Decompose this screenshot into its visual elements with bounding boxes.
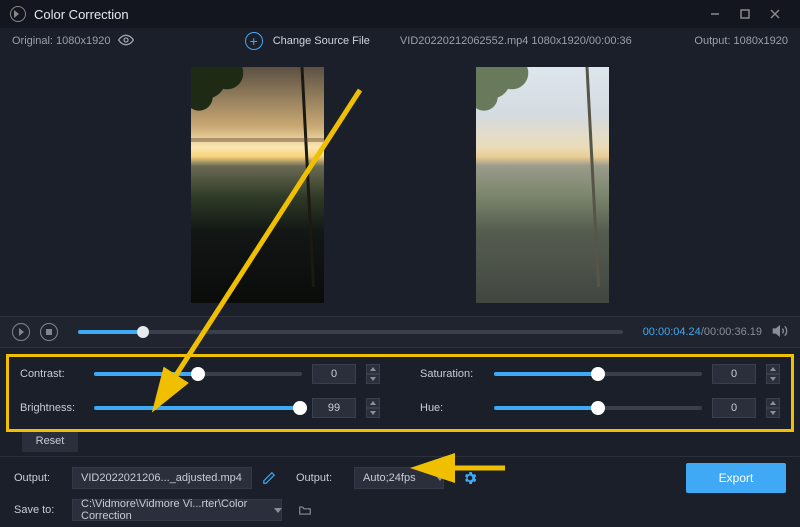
contrast-slider[interactable] [94,372,302,376]
seek-slider[interactable] [78,330,623,334]
stepper-down-icon[interactable] [366,374,380,384]
close-button[interactable] [760,4,790,24]
hue-row: Hue: 0 [420,398,780,418]
brightness-slider[interactable] [94,406,302,410]
hue-slider[interactable] [494,406,702,410]
brightness-label: Brightness: [20,402,84,414]
contrast-slider-thumb[interactable] [191,367,205,381]
eye-icon[interactable] [118,32,134,51]
adjustments-panel: Contrast: 0 Saturation: 0 Brightness: [0,348,800,456]
contrast-stepper[interactable] [366,364,380,384]
output-format-field[interactable]: Auto;24fps [354,467,444,489]
total-time: 00:00:36.19 [704,326,762,338]
hue-value[interactable]: 0 [712,398,756,418]
folder-icon[interactable] [298,503,312,517]
playback-time: 00:00:04.24/00:00:36.19 [643,326,762,338]
pencil-icon[interactable] [262,471,276,485]
volume-icon[interactable] [772,323,788,342]
brightness-stepper[interactable] [366,398,380,418]
reset-button[interactable]: Reset [22,430,78,452]
brightness-row: Brightness: 99 [20,398,380,418]
seek-thumb[interactable] [137,326,149,338]
stepper-up-icon[interactable] [766,364,780,374]
play-button[interactable] [12,323,30,341]
hue-label: Hue: [420,402,484,414]
plus-icon[interactable]: + [245,32,263,50]
source-file-info: VID20220212062552.mp4 1080x1920/00:00:36 [400,35,632,47]
seek-fill [78,330,143,334]
current-time: 00:00:04.24 [643,326,701,338]
hue-stepper[interactable] [766,398,780,418]
export-button[interactable]: Export [686,463,786,493]
output-file-label: Output: [14,472,62,484]
preview-area [0,54,800,316]
output-file-field[interactable]: VID2022021206..._adjusted.mp4 [72,467,252,489]
save-to-row: Save to: C:\Vidmore\Vidmore Vi...rter\Co… [0,499,800,527]
contrast-row: Contrast: 0 [20,364,380,384]
saturation-slider[interactable] [494,372,702,376]
maximize-button[interactable] [730,4,760,24]
saturation-row: Saturation: 0 [420,364,780,384]
source-info-bar: Original: 1080x1920 + Change Source File… [0,28,800,54]
save-to-label: Save to: [14,504,62,516]
contrast-value[interactable]: 0 [312,364,356,384]
saturation-label: Saturation: [420,368,484,380]
stop-button[interactable] [40,323,58,341]
gear-icon[interactable] [462,470,478,486]
stepper-up-icon[interactable] [766,398,780,408]
chevron-down-icon[interactable] [436,476,444,481]
save-to-field[interactable]: C:\Vidmore\Vidmore Vi...rter\Color Corre… [72,499,282,521]
stepper-up-icon[interactable] [366,398,380,408]
app-logo-icon [10,6,26,22]
output-format-label: Output: [296,472,344,484]
saturation-slider-thumb[interactable] [591,367,605,381]
saturation-value[interactable]: 0 [712,364,756,384]
stepper-up-icon[interactable] [366,364,380,374]
original-resolution-label: Original: 1080x1920 [12,35,110,47]
brightness-slider-thumb[interactable] [293,401,307,415]
stepper-down-icon[interactable] [766,374,780,384]
change-source-button[interactable]: Change Source File [273,35,370,47]
minimize-button[interactable] [700,4,730,24]
player-bar: 00:00:04.24/00:00:36.19 [0,316,800,348]
contrast-label: Contrast: [20,368,84,380]
chevron-down-icon[interactable] [274,508,282,513]
output-row: Output: VID2022021206..._adjusted.mp4 Ou… [0,457,800,499]
brightness-value[interactable]: 99 [312,398,356,418]
title-bar: Color Correction [0,0,800,28]
hue-slider-thumb[interactable] [591,401,605,415]
stepper-down-icon[interactable] [366,408,380,418]
original-preview [191,67,324,303]
output-preview [476,67,609,303]
output-resolution-label: Output: 1080x1920 [694,35,788,47]
window-title: Color Correction [34,7,129,22]
saturation-stepper[interactable] [766,364,780,384]
stepper-down-icon[interactable] [766,408,780,418]
